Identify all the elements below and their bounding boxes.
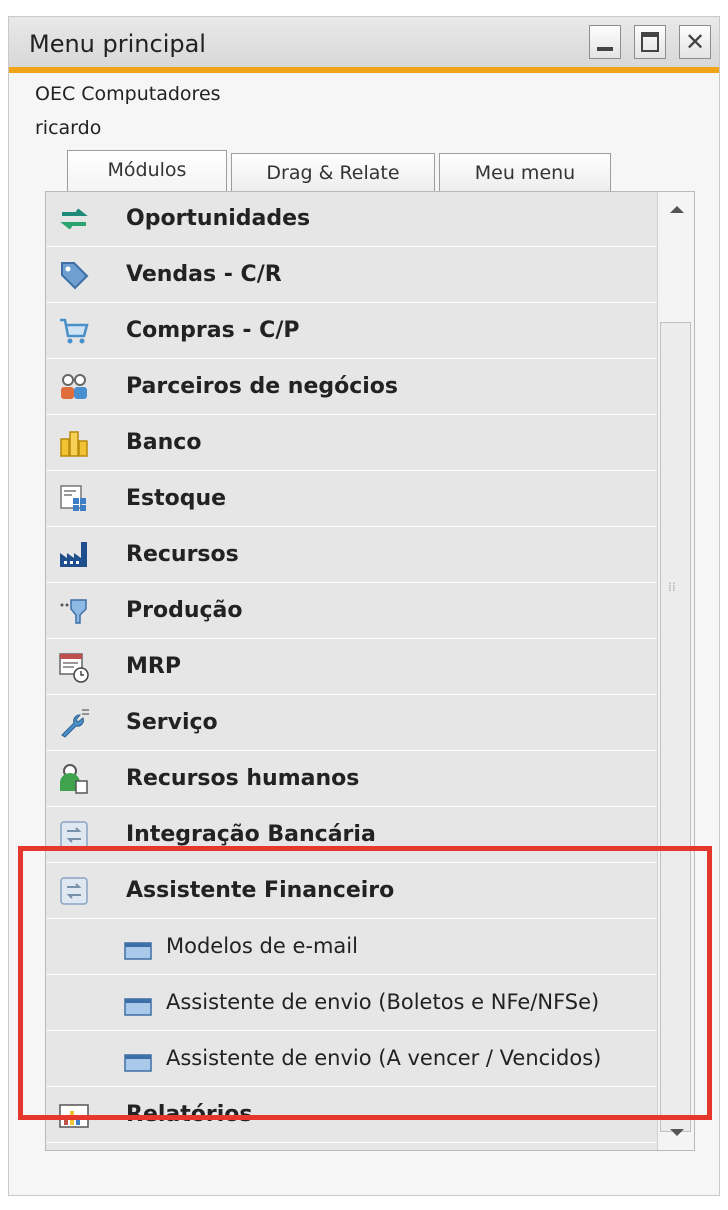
menu-item-label: Estoque xyxy=(126,486,227,511)
scroll-up-arrow[interactable] xyxy=(670,206,684,213)
menu-item-inventory[interactable]: Estoque xyxy=(46,472,657,527)
close-button[interactable]: ✕ xyxy=(679,25,711,59)
menu-item-business-partners[interactable]: Parceiros de negócios xyxy=(46,360,657,415)
minimize-button[interactable] xyxy=(589,25,621,59)
menu-item-label: Oportunidades xyxy=(126,206,311,231)
menu-item-label: Serviço xyxy=(126,710,218,735)
menu-item-label: Parceiros de negócios xyxy=(126,374,399,399)
highlight-box xyxy=(18,846,712,1120)
menu-item-label: Integração Bancária xyxy=(126,822,376,847)
scrollbar-grip-icon: ⁞⁞ xyxy=(668,580,676,594)
menu-item-label: MRP xyxy=(126,654,181,679)
menu-item-sales[interactable]: Vendas - C/R xyxy=(46,248,657,303)
menu-item-label: Compras - C/P xyxy=(126,318,300,343)
inventory-icon xyxy=(60,485,86,511)
menu-item-purchasing[interactable]: Compras - C/P xyxy=(46,304,657,359)
window-title: Menu principal xyxy=(29,30,206,58)
sales-tag-icon xyxy=(61,262,89,290)
menu-item-label: Banco xyxy=(126,430,202,455)
opportunities-icon xyxy=(60,208,88,230)
user-name: ricardo xyxy=(35,117,102,139)
maximize-button[interactable] xyxy=(634,25,666,59)
scroll-down-arrow[interactable] xyxy=(670,1129,684,1136)
menu-item-resources[interactable]: Recursos xyxy=(46,528,657,583)
tab-drag-relate[interactable]: Drag & Relate xyxy=(231,153,435,193)
close-icon: ✕ xyxy=(684,28,706,56)
human-resources-icon xyxy=(60,764,88,794)
business-partners-icon xyxy=(61,374,87,399)
tab-my-menu[interactable]: Meu menu xyxy=(439,153,611,193)
menu-item-label: Vendas - C/R xyxy=(126,262,282,287)
menu-item-mrp[interactable]: MRP xyxy=(46,640,657,695)
title-bar[interactable]: Menu principal ✕ xyxy=(9,17,719,73)
shopping-cart-icon xyxy=(60,318,89,344)
service-wrench-icon xyxy=(61,709,89,738)
menu-item-label: Recursos xyxy=(126,542,239,567)
mrp-calendar-icon xyxy=(59,653,89,683)
menu-item-bank[interactable]: Banco xyxy=(46,416,657,471)
menu-item-human-resources[interactable]: Recursos humanos xyxy=(46,752,657,807)
menu-item-service[interactable]: Serviço xyxy=(46,696,657,751)
production-icon xyxy=(60,599,87,624)
factory-icon xyxy=(60,542,87,567)
menu-item-label: Produção xyxy=(126,598,243,623)
tab-modules[interactable]: Módulos xyxy=(67,150,227,194)
bank-coins-icon xyxy=(60,431,88,457)
company-name: OEC Computadores xyxy=(35,83,221,105)
menu-item-production[interactable]: Produção xyxy=(46,584,657,639)
menu-item-opportunities[interactable]: Oportunidades xyxy=(46,192,657,247)
menu-item-label: Recursos humanos xyxy=(126,766,360,791)
